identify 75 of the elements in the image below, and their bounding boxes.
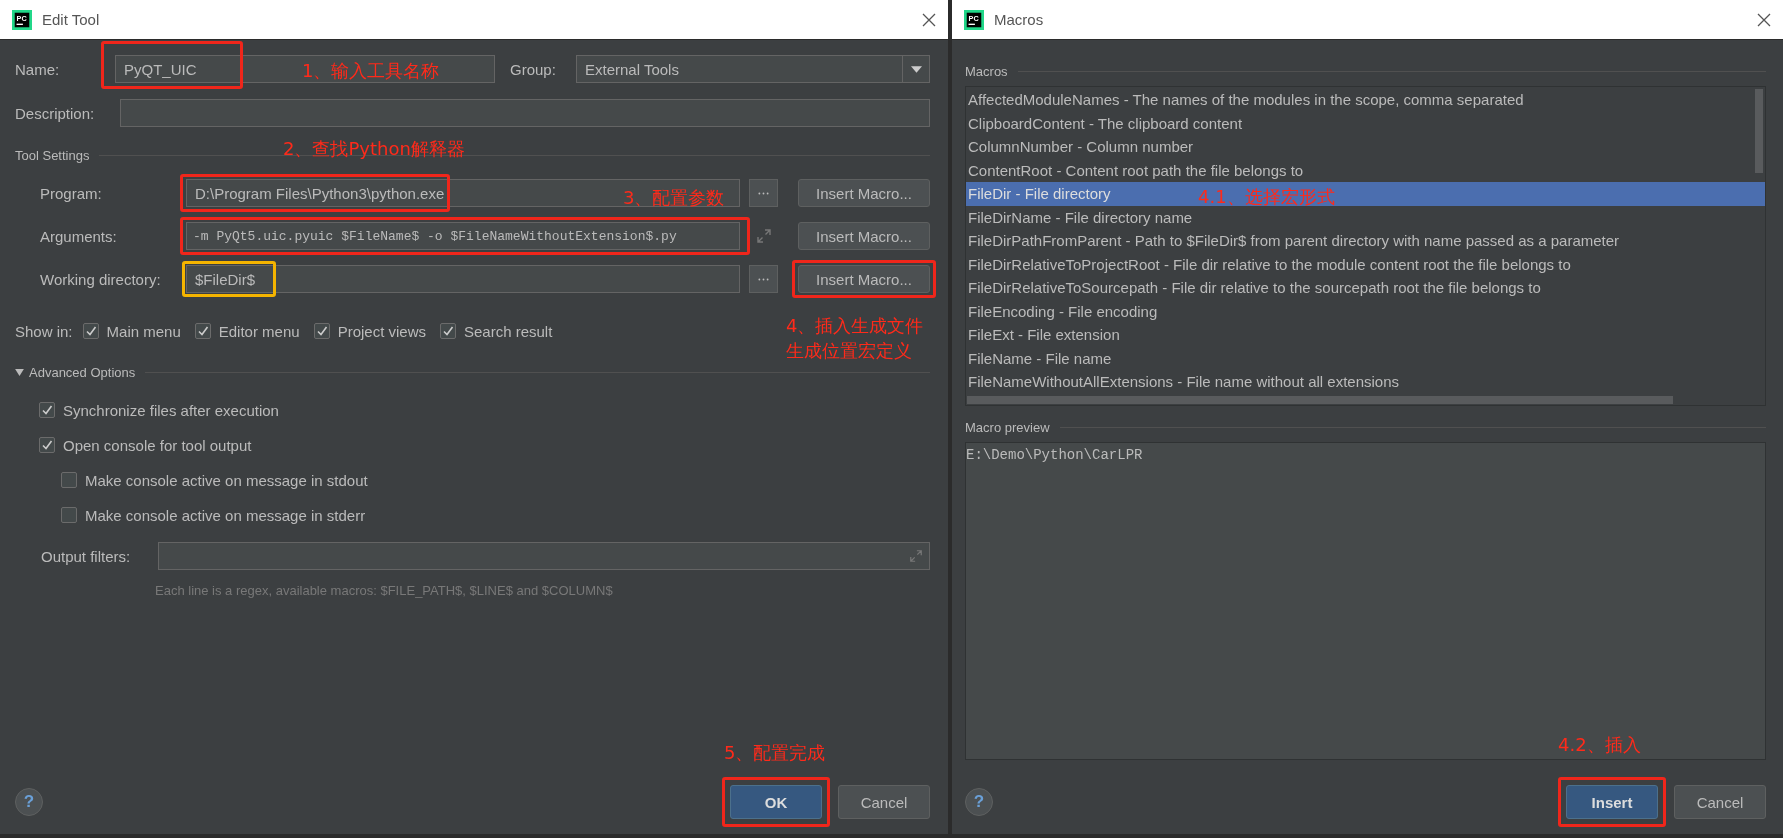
section-title: Macro preview <box>965 419 1050 435</box>
insert-macro-button[interactable]: Insert Macro... <box>798 265 930 293</box>
help-button[interactable]: ? <box>965 788 993 816</box>
list-item[interactable]: FileDirRelativeToSourcepath - File dir relative to the sourcepath root the file belongs to <box>966 276 1765 300</box>
ellipsis-icon <box>758 277 769 281</box>
section-title: Macros <box>965 63 1008 79</box>
checkbox[interactable]: Editor menu <box>194 322 300 340</box>
checkmark-icon <box>41 439 53 451</box>
output-filters-input-field[interactable] <box>158 542 930 570</box>
app-logo-icon: PC <box>12 9 32 30</box>
ellipsis-icon <box>758 191 769 195</box>
browse-button[interactable] <box>749 265 778 293</box>
insert-macro-button[interactable]: Insert Macro... <box>798 222 930 250</box>
checkmark-icon <box>84 325 97 337</box>
list-item[interactable]: FileExt - File extension <box>966 323 1765 347</box>
expand-icon[interactable] <box>755 228 772 244</box>
list-item[interactable]: ColumnNumber - Column number <box>966 135 1765 159</box>
checkmark-icon <box>41 404 53 416</box>
checkbox[interactable]: Make console active on message in stdout <box>15 468 916 492</box>
hint-text: Each line is a regex, available macros: $FILE_PATH$, $LINE$ and $COLUMN$ <box>154 583 614 598</box>
list-item[interactable]: FileDirRelativeToProjectRoot - File dir relative to the module content root the file belongs to <box>966 252 1765 276</box>
field-label: Description: <box>15 104 96 122</box>
annotation-note: 3、配置参数 <box>623 186 725 210</box>
description-input-field[interactable] <box>120 99 930 127</box>
field-label: Show in: <box>15 322 73 340</box>
close-icon[interactable] <box>922 12 936 27</box>
collapsible-section-header[interactable]: Advanced Options <box>15 364 136 380</box>
input-field[interactable]: -m PyQt5.uic.pyuic $FileName$ -o $FileNameWithoutExtension$.py <box>186 222 740 250</box>
checkbox[interactable]: Make console active on message in stderr <box>15 503 916 527</box>
dropdown-arrow-icon <box>910 65 922 73</box>
help-button[interactable]: ? <box>15 788 43 816</box>
field-label: Output filters: <box>41 547 132 565</box>
close-icon[interactable] <box>1757 12 1771 27</box>
field-label: Group: <box>510 60 557 78</box>
list-item[interactable]: ClipboardContent - The clipboard content <box>966 111 1765 135</box>
checkmark-icon <box>315 325 328 337</box>
checkbox[interactable]: Main menu <box>82 322 181 340</box>
annotation-note: 4.2、插入 <box>1558 733 1641 757</box>
list-item[interactable]: FileDirPathFromParent - Path to $FileDir$ from parent directory with name passed as a parameter <box>966 229 1765 253</box>
annotation-note: 5、配置完成 <box>724 741 826 765</box>
list-item[interactable]: FileName - File name <box>966 346 1765 370</box>
window-title: Macros <box>994 11 1045 28</box>
cancel-button[interactable]: Cancel <box>1674 785 1766 819</box>
list-item[interactable]: FileEncoding - File encoding <box>966 299 1765 323</box>
scrollbar[interactable] <box>967 396 1673 404</box>
list-item[interactable]: ContentRoot - Content root path the file belongs to <box>966 158 1765 182</box>
triangle-icon <box>15 368 24 376</box>
field-label: Program: <box>40 184 103 202</box>
insert-button[interactable]: Insert <box>1566 785 1658 819</box>
scrollbar[interactable] <box>1755 89 1763 173</box>
field-label: Name: <box>15 60 61 78</box>
expand-icon[interactable] <box>909 549 923 563</box>
checkbox[interactable]: Synchronize files after execution <box>15 398 916 422</box>
checkbox[interactable]: Open console for tool output <box>15 433 916 457</box>
annotation-note: 4、插入生成文件 <box>786 314 924 338</box>
section-title: Tool Settings <box>15 147 90 163</box>
cancel-button[interactable]: Cancel <box>838 785 930 819</box>
checkmark-icon <box>196 325 209 337</box>
annotation-note: 1、输入工具名称 <box>302 59 440 83</box>
list-item[interactable]: AffectedModuleNames - The names of the modules in the scope, comma separated <box>966 88 1765 112</box>
checkmark-icon <box>442 325 454 337</box>
group-dropdown[interactable]: External Tools <box>576 55 930 83</box>
ok-button[interactable]: OK <box>730 785 822 819</box>
app-logo-icon: PC <box>964 9 984 30</box>
window-title: Edit Tool <box>42 11 101 28</box>
field-label: Arguments: <box>40 227 118 245</box>
browse-button[interactable] <box>749 179 778 207</box>
checkbox[interactable]: Search result <box>440 322 553 340</box>
list-item[interactable]: FileNameWithoutAllExtensions - File name without all extensions <box>966 370 1765 394</box>
input-field[interactable]: $FileDir$ <box>186 265 740 293</box>
checkbox[interactable]: Project views <box>313 322 426 340</box>
annotation-note: 生成位置宏定义 <box>786 339 913 363</box>
insert-macro-button[interactable]: Insert Macro... <box>798 179 930 207</box>
field-label: Working directory: <box>40 270 162 288</box>
annotation-note: 2、查找Python解释器 <box>283 137 465 161</box>
